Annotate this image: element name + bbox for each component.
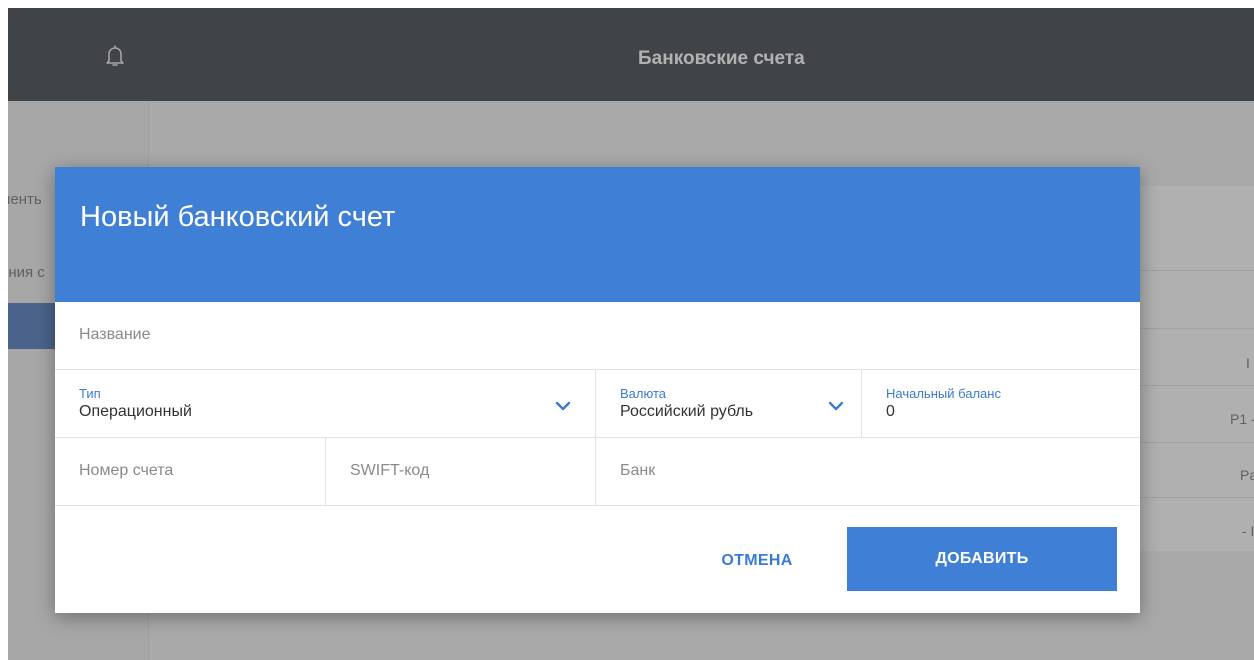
cancel-button[interactable]: ОТМЕНА: [697, 536, 817, 586]
account-number-field[interactable]: Номер счета: [55, 438, 325, 505]
opening-balance-field[interactable]: Начальный баланс 0: [861, 370, 1140, 437]
chevron-down-icon[interactable]: [828, 398, 844, 411]
currency-label: Валюта: [620, 386, 666, 401]
bank-field[interactable]: Банк: [595, 438, 1140, 505]
dialog-title: Новый банковский счет: [80, 201, 396, 233]
chevron-down-icon[interactable]: [555, 398, 571, 411]
account-number-placeholder: Номер счета: [79, 462, 174, 479]
fields-row-type-currency-balance: Тип Операционный Валюта Российский рубль…: [55, 370, 1140, 438]
add-button[interactable]: ДОБАВИТЬ: [847, 527, 1117, 591]
opening-balance-value: 0: [886, 403, 895, 420]
app-window: Банковские счета иенть ения с I P1 - Pa …: [8, 8, 1254, 660]
new-bank-account-dialog: Новый банковский счет Название Тип Опера…: [55, 167, 1140, 613]
fields-row-account-swift-bank: Номер счета SWIFT-код Банк: [55, 438, 1140, 506]
bank-placeholder: Банк: [620, 462, 656, 479]
opening-balance-label: Начальный баланс: [886, 386, 1001, 401]
name-field[interactable]: Название: [55, 302, 1140, 370]
swift-code-field[interactable]: SWIFT-код: [325, 438, 596, 505]
type-value: Операционный: [79, 403, 192, 420]
type-label: Тип: [79, 386, 101, 401]
swift-code-placeholder: SWIFT-код: [350, 462, 430, 479]
currency-value: Российский рубль: [620, 403, 754, 420]
dialog-header: Новый банковский счет: [55, 167, 1140, 302]
name-placeholder: Название: [79, 326, 151, 343]
currency-select[interactable]: Валюта Российский рубль: [595, 370, 862, 437]
type-select[interactable]: Тип Операционный: [55, 370, 595, 437]
